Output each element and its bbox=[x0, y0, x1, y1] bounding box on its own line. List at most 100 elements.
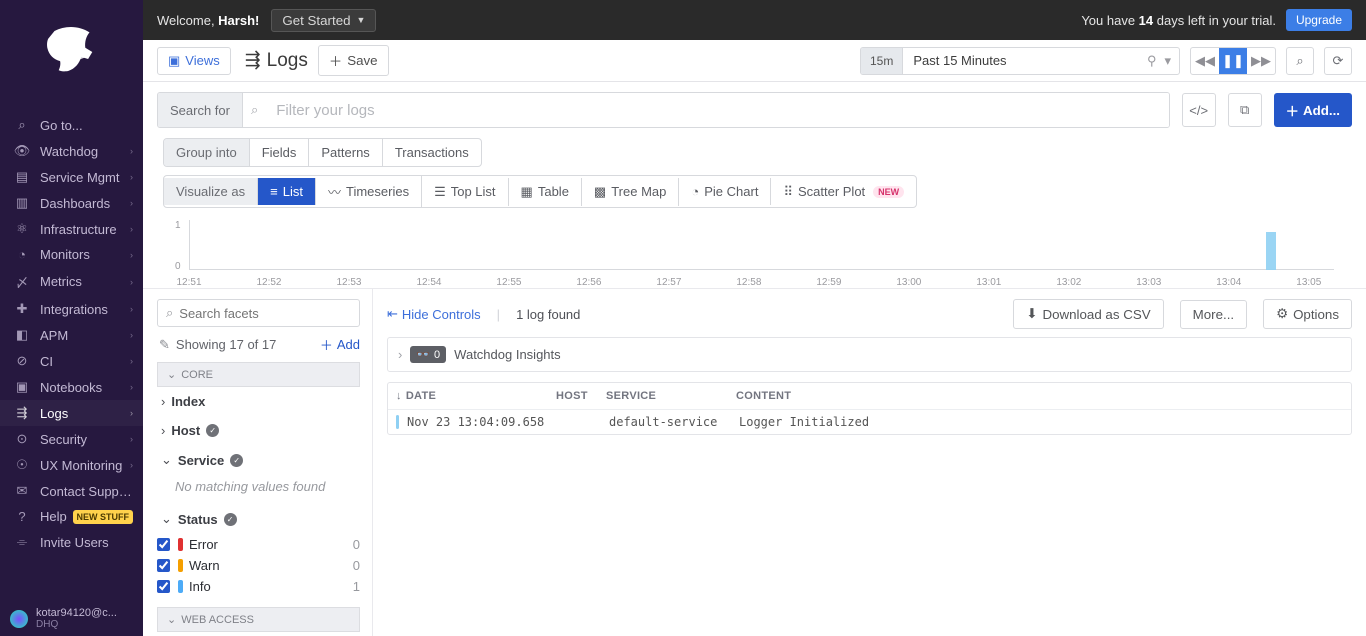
forward-button[interactable]: ▶▶ bbox=[1247, 48, 1275, 74]
more-button[interactable]: More... bbox=[1180, 300, 1247, 329]
histogram-bar bbox=[1266, 232, 1276, 270]
download-csv-button[interactable]: ⬇Download as CSV bbox=[1013, 299, 1163, 329]
facet-host[interactable]: ›Host✓ bbox=[157, 416, 372, 445]
time-picker[interactable]: 15m Past 15 Minutes ⚲▾ bbox=[860, 47, 1180, 75]
sidebar-item-security[interactable]: ⊙Security› bbox=[0, 426, 143, 452]
nav-label: Infrastructure bbox=[40, 222, 130, 237]
sidebar-item-service-mgmt[interactable]: ▤Service Mgmt› bbox=[0, 164, 143, 190]
sidebar: ⌕Go to...👁Watchdog›▤Service Mgmt›▥Dashbo… bbox=[0, 0, 143, 636]
chevron-right-icon: › bbox=[130, 304, 133, 314]
sidebar-item-ux-monitoring[interactable]: ☉UX Monitoring› bbox=[0, 452, 143, 478]
col-service[interactable]: SERVICE bbox=[606, 390, 736, 402]
visualize-top-list[interactable]: ☰Top List bbox=[422, 178, 508, 206]
upgrade-button[interactable]: Upgrade bbox=[1286, 9, 1352, 31]
sidebar-item-dashboards[interactable]: ▥Dashboards› bbox=[0, 190, 143, 216]
add-facet-button[interactable]: ＋Add bbox=[320, 335, 360, 354]
sidebar-item-integrations[interactable]: ✚Integrations› bbox=[0, 296, 143, 322]
sidebar-item-help[interactable]: ?HelpNEW STUFF bbox=[0, 504, 143, 529]
main: Welcome, Harsh! Get Started▼ You have 14… bbox=[143, 0, 1366, 636]
log-table: ↓DATE HOST SERVICE CONTENT Nov 23 13:04:… bbox=[387, 382, 1352, 435]
sidebar-item-invite-users[interactable]: ⌯Invite Users bbox=[0, 529, 143, 555]
group-patterns[interactable]: Patterns bbox=[309, 139, 382, 166]
views-button[interactable]: ▣Views bbox=[157, 47, 231, 75]
col-host[interactable]: HOST bbox=[556, 390, 606, 402]
status-color-icon bbox=[178, 559, 183, 572]
visualize-list[interactable]: ≡List bbox=[258, 178, 316, 205]
group-fields[interactable]: Fields bbox=[250, 139, 310, 166]
search-icon: ⌕ bbox=[166, 305, 173, 321]
status-warn[interactable]: Warn0 bbox=[157, 555, 372, 576]
sidebar-item-monitors[interactable]: ◔Monitors› bbox=[0, 242, 143, 267]
nav-label: Monitors bbox=[40, 247, 130, 262]
visualize-pie-chart[interactable]: ◔Pie Chart bbox=[679, 178, 771, 205]
search-label: Search for bbox=[158, 93, 243, 127]
sidebar-item-metrics[interactable]: 〆Metrics› bbox=[0, 267, 143, 296]
facet-index[interactable]: ›Index bbox=[157, 387, 372, 416]
options-button[interactable]: ⚙Options bbox=[1263, 299, 1352, 329]
pause-button[interactable]: ❚❚ bbox=[1219, 48, 1247, 74]
nav-label: Service Mgmt bbox=[40, 170, 130, 185]
chevron-right-icon: › bbox=[130, 330, 133, 340]
facet-search-input[interactable] bbox=[179, 306, 355, 321]
chevron-right-icon: › bbox=[398, 347, 402, 362]
log-row[interactable]: Nov 23 13:04:09.658default-serviceLogger… bbox=[388, 409, 1351, 434]
chevron-right-icon: › bbox=[130, 408, 133, 418]
col-content[interactable]: CONTENT bbox=[736, 390, 1343, 402]
col-date[interactable]: ↓DATE bbox=[396, 390, 556, 402]
status-error[interactable]: Error0 bbox=[157, 534, 372, 555]
nav-label: Contact Support bbox=[40, 484, 133, 499]
facet-search[interactable]: ⌕ bbox=[157, 299, 360, 327]
plus-icon: ＋ bbox=[1286, 101, 1299, 120]
logo-area bbox=[0, 0, 143, 112]
pin-icon[interactable]: ⚲ bbox=[1147, 53, 1157, 69]
sidebar-item-go-to-[interactable]: ⌕Go to... bbox=[0, 112, 143, 138]
search-input[interactable] bbox=[266, 93, 1168, 127]
collapse-icon: ⇤ bbox=[387, 306, 398, 322]
time-range-chip: 15m bbox=[861, 48, 903, 74]
chevron-right-icon: › bbox=[130, 146, 133, 156]
status-checkbox[interactable] bbox=[157, 580, 170, 593]
add-button[interactable]: ＋Add... bbox=[1274, 93, 1352, 127]
copy-button[interactable]: ⧉ bbox=[1228, 93, 1262, 127]
visualize-scatter-plot[interactable]: ⠿Scatter PlotNEW bbox=[771, 178, 916, 206]
group-transactions[interactable]: Transactions bbox=[383, 139, 481, 166]
facet-section-core[interactable]: ⌄CORE bbox=[157, 362, 360, 387]
visualize-row: Visualize as ≡List〰Timeseries☰Top List▦T… bbox=[163, 175, 917, 208]
status-info[interactable]: Info1 bbox=[157, 576, 372, 597]
log-table-header: ↓DATE HOST SERVICE CONTENT bbox=[388, 383, 1351, 409]
nav-icon: ▥ bbox=[12, 195, 32, 211]
pencil-icon[interactable]: ✎ bbox=[159, 337, 170, 353]
facet-status[interactable]: ⌄Status✓ bbox=[157, 504, 372, 534]
refresh-button[interactable]: ⟳ bbox=[1324, 47, 1352, 75]
sidebar-item-ci[interactable]: ⊘CI› bbox=[0, 348, 143, 374]
status-checkbox[interactable] bbox=[157, 559, 170, 572]
datadog-logo-icon bbox=[32, 12, 112, 92]
sidebar-item-infrastructure[interactable]: ⚛Infrastructure› bbox=[0, 216, 143, 242]
chevron-down-icon[interactable]: ▾ bbox=[1164, 53, 1171, 69]
facet-section-web-access[interactable]: ⌄WEB ACCESS bbox=[157, 607, 360, 632]
visualize-tree-map[interactable]: ▩Tree Map bbox=[582, 178, 679, 206]
watchdog-insights[interactable]: › 👓0 Watchdog Insights bbox=[387, 337, 1352, 372]
nav-icon: ✚ bbox=[12, 301, 32, 317]
get-started-button[interactable]: Get Started▼ bbox=[271, 9, 376, 32]
sidebar-item-contact-support[interactable]: ✉Contact Support bbox=[0, 478, 143, 504]
chevron-right-icon: › bbox=[130, 172, 133, 182]
nav-label: Security bbox=[40, 432, 130, 447]
sidebar-item-notebooks[interactable]: ▣Notebooks› bbox=[0, 374, 143, 400]
facet-service[interactable]: ⌄Service✓ bbox=[157, 445, 372, 475]
plus-icon: ＋ bbox=[320, 335, 333, 354]
sidebar-item-apm[interactable]: ◧APM› bbox=[0, 322, 143, 348]
status-checkbox[interactable] bbox=[157, 538, 170, 551]
chevron-right-icon: › bbox=[161, 394, 165, 409]
visualize-label: Visualize as bbox=[164, 178, 258, 205]
search-help-button[interactable]: ⌕ bbox=[1286, 47, 1314, 75]
sidebar-item-watchdog[interactable]: 👁Watchdog› bbox=[0, 138, 143, 164]
user-row[interactable]: kotar94120@c... DHQ bbox=[0, 601, 143, 636]
sidebar-item-logs[interactable]: ⇶Logs› bbox=[0, 400, 143, 426]
visualize-table[interactable]: ▦Table bbox=[509, 178, 582, 206]
code-view-button[interactable]: </> bbox=[1182, 93, 1216, 127]
save-button[interactable]: ＋Save bbox=[318, 45, 389, 76]
rewind-button[interactable]: ◀◀ bbox=[1191, 48, 1219, 74]
visualize-timeseries[interactable]: 〰Timeseries bbox=[316, 176, 422, 207]
hide-controls-button[interactable]: ⇤Hide Controls bbox=[387, 306, 481, 322]
